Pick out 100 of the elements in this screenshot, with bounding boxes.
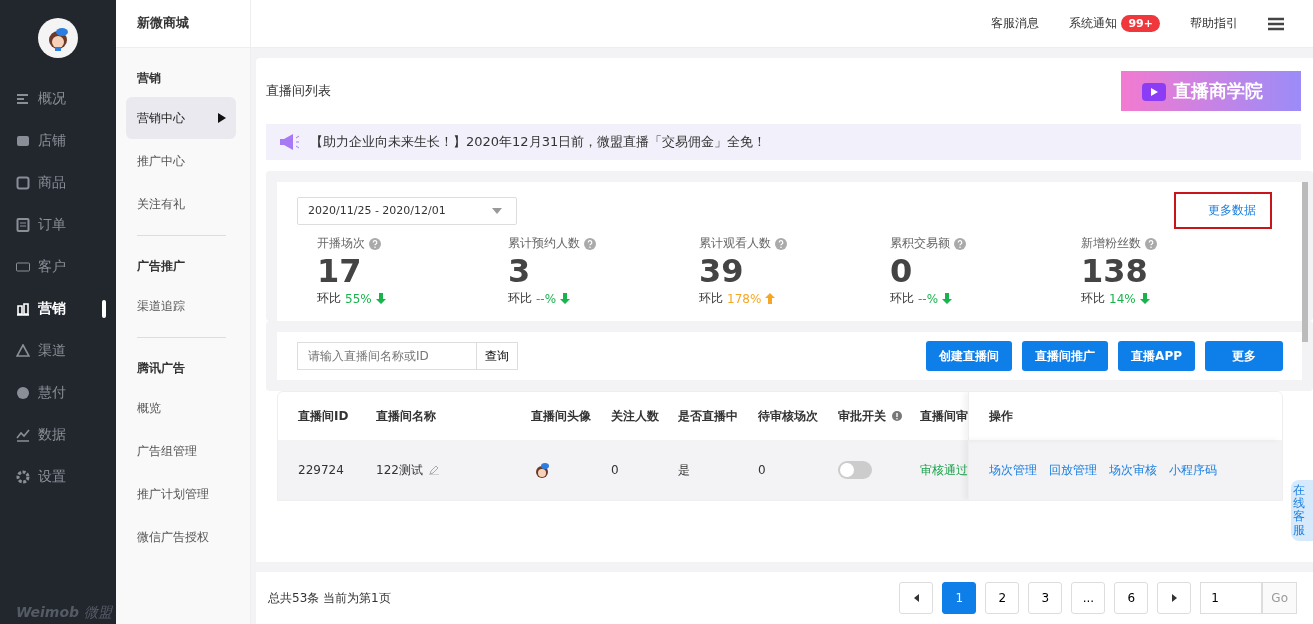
- submenu-item[interactable]: 微信广告授权: [126, 516, 236, 558]
- header-link[interactable]: 客服消息: [991, 15, 1040, 32]
- ratio-value: 178%: [727, 291, 762, 306]
- submenu-heading: 营销: [136, 70, 162, 87]
- nav-item[interactable]: 设置: [0, 456, 116, 498]
- submenu-item[interactable]: 广告组管理: [126, 430, 236, 472]
- header-link[interactable]: 帮助指引: [1190, 15, 1238, 32]
- stat-value: 3: [508, 252, 532, 290]
- table-cell-text: 229724: [297, 463, 345, 477]
- nav-icon: [16, 302, 30, 316]
- down-arrow-icon: [375, 293, 386, 304]
- page-button[interactable]: 3: [1028, 582, 1063, 614]
- down-arrow-icon: [1139, 293, 1150, 304]
- down-arrow-icon: [942, 293, 953, 304]
- submenu-item[interactable]: 渠道追踪: [126, 285, 236, 327]
- go-button[interactable]: Go: [1262, 582, 1297, 614]
- nav-item[interactable]: 商品: [0, 162, 116, 204]
- up-arrow-icon: [765, 293, 776, 304]
- page-title: 直播间列表: [266, 82, 331, 100]
- pagination-summary: 总共53条 当前为第1页: [268, 589, 391, 607]
- nav-item[interactable]: 营销: [0, 288, 116, 330]
- stat-value: 17: [317, 252, 363, 290]
- row-action-link[interactable]: 回放管理: [1049, 461, 1097, 479]
- help-icon[interactable]: [775, 237, 787, 250]
- action-button[interactable]: 更多: [1205, 341, 1283, 371]
- nav-item[interactable]: 数据: [0, 414, 116, 456]
- page-jump-field[interactable]: 1: [1200, 582, 1263, 614]
- nav-item[interactable]: 订单: [0, 204, 116, 246]
- status-text: 审核通过: [920, 461, 968, 479]
- help-icon[interactable]: [369, 237, 381, 250]
- action-button[interactable]: 创建直播间: [926, 341, 1013, 371]
- stat-label: 累计观看人数: [699, 235, 771, 252]
- column-header: 待审核场次: [758, 407, 819, 425]
- megaphone-icon: [278, 132, 300, 152]
- row-action-link[interactable]: 场次审核: [1109, 461, 1157, 479]
- submenu-item[interactable]: 营销中心: [126, 97, 236, 139]
- notification-badge: 99+: [1121, 15, 1160, 32]
- nav-icon: [16, 344, 30, 358]
- table-cell-text: 是: [678, 461, 691, 479]
- nav-icon: [16, 134, 30, 148]
- column-header: 关注人数: [611, 407, 660, 425]
- nav-item[interactable]: 慧付: [0, 372, 116, 414]
- row-action-link[interactable]: 小程序码: [1169, 461, 1217, 479]
- ratio-label: 环比: [317, 290, 341, 307]
- approval-toggle[interactable]: [838, 461, 872, 479]
- left-caret-icon: [913, 594, 919, 602]
- scrollbar[interactable]: [1302, 182, 1308, 342]
- nav-icon: [16, 176, 30, 190]
- support-tab[interactable]: 在线客服: [1291, 480, 1313, 541]
- nav-item[interactable]: 客户: [0, 246, 116, 288]
- stat-value: 138: [1081, 252, 1149, 290]
- ratio-label: 环比: [890, 290, 914, 307]
- search-field[interactable]: 请输入直播间名称或ID: [297, 342, 477, 370]
- dropdown-caret-icon: [492, 207, 502, 214]
- header-link[interactable]: 系统通知: [1069, 15, 1118, 32]
- help-icon[interactable]: [1145, 237, 1157, 250]
- stat-label: 累计预约人数: [508, 235, 580, 252]
- page-button[interactable]: 6: [1114, 582, 1149, 614]
- previous-page-button[interactable]: [899, 582, 934, 614]
- page-button[interactable]: ...: [1071, 582, 1106, 614]
- table-cell: 122测试: [376, 461, 423, 479]
- submenu-item[interactable]: 推广中心: [126, 140, 236, 182]
- submenu-item[interactable]: 概览: [126, 387, 236, 429]
- column-header: 审批开关: [838, 407, 920, 425]
- next-page-button[interactable]: [1157, 582, 1192, 614]
- submenu-item[interactable]: 推广计划管理: [126, 473, 236, 515]
- date-range-picker[interactable]: 2020/11/25 - 2020/12/01: [297, 196, 517, 225]
- page-button[interactable]: 2: [985, 582, 1020, 614]
- submenu-item[interactable]: 关注有礼: [126, 183, 236, 225]
- menu-icon[interactable]: [1268, 16, 1284, 31]
- help-icon[interactable]: [584, 237, 596, 250]
- avatar-icon[interactable]: [38, 18, 78, 58]
- edit-icon[interactable]: [428, 465, 439, 475]
- stat-label: 开播场次: [317, 235, 365, 252]
- search-button[interactable]: 查询: [477, 342, 518, 370]
- column-header: 是否直播中: [678, 407, 739, 425]
- right-caret-icon: [1171, 594, 1177, 602]
- promo-banner[interactable]: 直播商学院: [1121, 71, 1301, 111]
- row-action-link[interactable]: 场次管理: [989, 461, 1037, 479]
- nav-item[interactable]: 概况: [0, 78, 116, 120]
- nav-icon: [16, 218, 30, 232]
- nav-item[interactable]: 渠道: [0, 330, 116, 372]
- shop-name: 新微商城: [116, 0, 250, 48]
- stat-label: 累积交易额: [890, 235, 950, 252]
- action-button[interactable]: 直播间推广: [1022, 341, 1109, 371]
- info-icon[interactable]: [892, 411, 902, 421]
- action-button[interactable]: 直播APP: [1118, 341, 1195, 371]
- table-cell-text: 0: [611, 463, 620, 477]
- nav-icon: [16, 470, 30, 484]
- stat-value: 39: [699, 252, 745, 290]
- help-icon[interactable]: [954, 237, 966, 250]
- page-button[interactable]: 1: [942, 582, 977, 614]
- ratio-label: 环比: [1081, 290, 1105, 307]
- more-data-link[interactable]: 更多数据: [1174, 192, 1272, 229]
- submenu-heading: 广告推广: [136, 258, 186, 275]
- column-header: 直播间名称: [376, 407, 437, 425]
- nav-item[interactable]: 店铺: [0, 120, 116, 162]
- stat-value: 0: [890, 252, 914, 290]
- nav-icon: [16, 386, 30, 400]
- stat-label: 新增粉丝数: [1081, 235, 1141, 252]
